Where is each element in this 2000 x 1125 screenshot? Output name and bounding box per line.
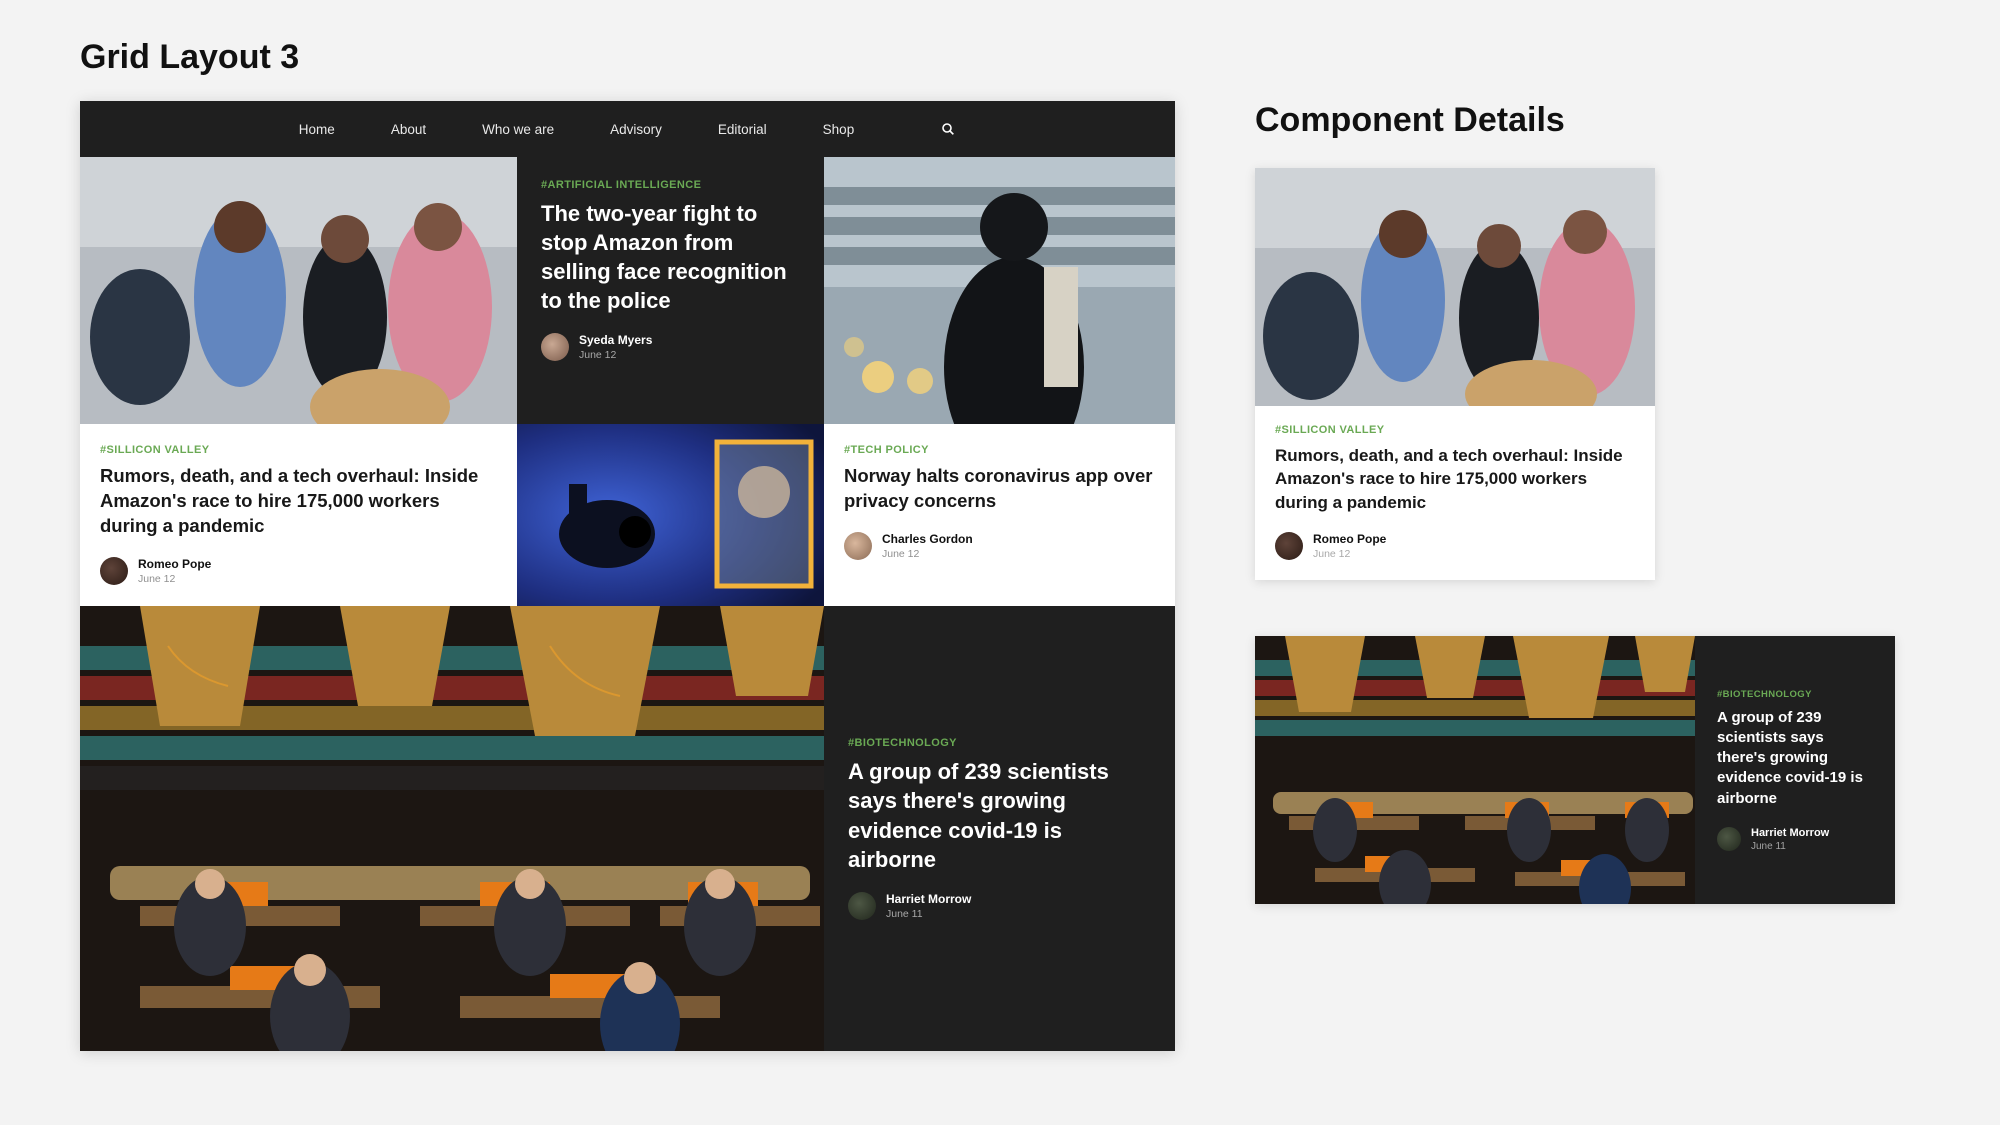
avatar xyxy=(541,333,569,361)
hero-image-restaurant xyxy=(80,606,824,1051)
publish-date: June 12 xyxy=(579,349,652,361)
card-dark-title: A group of 239 scientists says there's g… xyxy=(1717,708,1873,809)
publish-date: June 11 xyxy=(886,908,971,920)
hero-image-crowd xyxy=(80,157,517,424)
card-ai-tag: #ARTIFICIAL INTELLIGENCE xyxy=(541,179,800,191)
author-name: Romeo Pope xyxy=(138,557,211,571)
component-card-light[interactable]: #SILLICON VALLEY Rumors, death, and a te… xyxy=(1255,168,1655,580)
card-bio[interactable]: #BIOTECHNOLOGY A group of 239 scientists… xyxy=(824,606,1175,1051)
card-dark-tag: #BIOTECHNOLOGY xyxy=(1717,689,1873,700)
card-bio-tag: #BIOTECHNOLOGY xyxy=(848,737,1147,749)
details-title: Component Details xyxy=(1255,101,1905,140)
card-silicon-byline: Romeo Pope June 12 xyxy=(100,557,497,585)
card-light-byline: Romeo Pope June 12 xyxy=(1275,532,1635,560)
nav-advisory[interactable]: Advisory xyxy=(610,122,662,137)
card-tech[interactable]: #TECH POLICY Norway halts corona­virus a… xyxy=(824,424,1175,606)
search-icon[interactable] xyxy=(940,121,956,137)
card-tech-tag: #TECH POLICY xyxy=(844,444,1155,456)
component-card-dark[interactable]: #BIOTECHNOLOGY A group of 239 scientists… xyxy=(1255,636,1895,904)
author-name: Syeda Myers xyxy=(579,333,652,347)
page-title: Grid Layout 3 xyxy=(80,38,1920,77)
card-light-tag: #SILLICON VALLEY xyxy=(1275,424,1635,436)
card-bio-title: A group of 239 scientists says there's g… xyxy=(848,757,1147,873)
card-ai-byline: Syeda Myers June 12 xyxy=(541,333,800,361)
grid-layout-preview: Home About Who we are Advisory Editorial… xyxy=(80,101,1175,1051)
avatar xyxy=(100,557,128,585)
card-silicon-tag: #SILLICON VALLEY xyxy=(100,444,497,456)
card-light-title: Rumors, death, and a tech overhaul: Insi… xyxy=(1275,444,1635,514)
author-name: Romeo Pope xyxy=(1313,532,1386,546)
author-name: Harriet Morrow xyxy=(886,892,971,906)
card-bio-byline: Harriet Morrow June 11 xyxy=(848,892,1147,920)
card-ai-title: The two-year fight to stop Amazon from s… xyxy=(541,199,800,315)
author-name: Harriet Morrow xyxy=(1751,827,1829,839)
hero-image-street xyxy=(824,157,1175,424)
card-dark-image xyxy=(1255,636,1695,904)
publish-date: June 12 xyxy=(138,573,211,585)
avatar xyxy=(844,532,872,560)
avatar xyxy=(848,892,876,920)
card-dark-byline: Harriet Morrow June 11 xyxy=(1717,827,1873,852)
card-light-image xyxy=(1255,168,1655,406)
nav-about[interactable]: About xyxy=(391,122,426,137)
publish-date: June 11 xyxy=(1751,841,1829,852)
avatar xyxy=(1275,532,1303,560)
avatar xyxy=(1717,827,1741,851)
nav-shop[interactable]: Shop xyxy=(823,122,855,137)
hero-image-camera xyxy=(517,424,824,606)
top-nav: Home About Who we are Advisory Editorial… xyxy=(80,101,1175,157)
card-silicon[interactable]: #SILLICON VALLEY Rumors, death, and a te… xyxy=(80,424,517,606)
publish-date: June 12 xyxy=(882,548,973,560)
card-ai[interactable]: #ARTIFICIAL INTELLIGENCE The two-year fi… xyxy=(517,157,824,424)
nav-who[interactable]: Who we are xyxy=(482,122,554,137)
author-name: Charles Gordon xyxy=(882,532,973,546)
nav-home[interactable]: Home xyxy=(299,122,335,137)
card-silicon-title: Rumors, death, and a tech overhaul: Insi… xyxy=(100,464,497,539)
card-tech-byline: Charles Gordon June 12 xyxy=(844,532,1155,560)
publish-date: June 12 xyxy=(1313,548,1386,560)
nav-editorial[interactable]: Editorial xyxy=(718,122,767,137)
card-tech-title: Norway halts corona­virus app over priva… xyxy=(844,464,1155,514)
